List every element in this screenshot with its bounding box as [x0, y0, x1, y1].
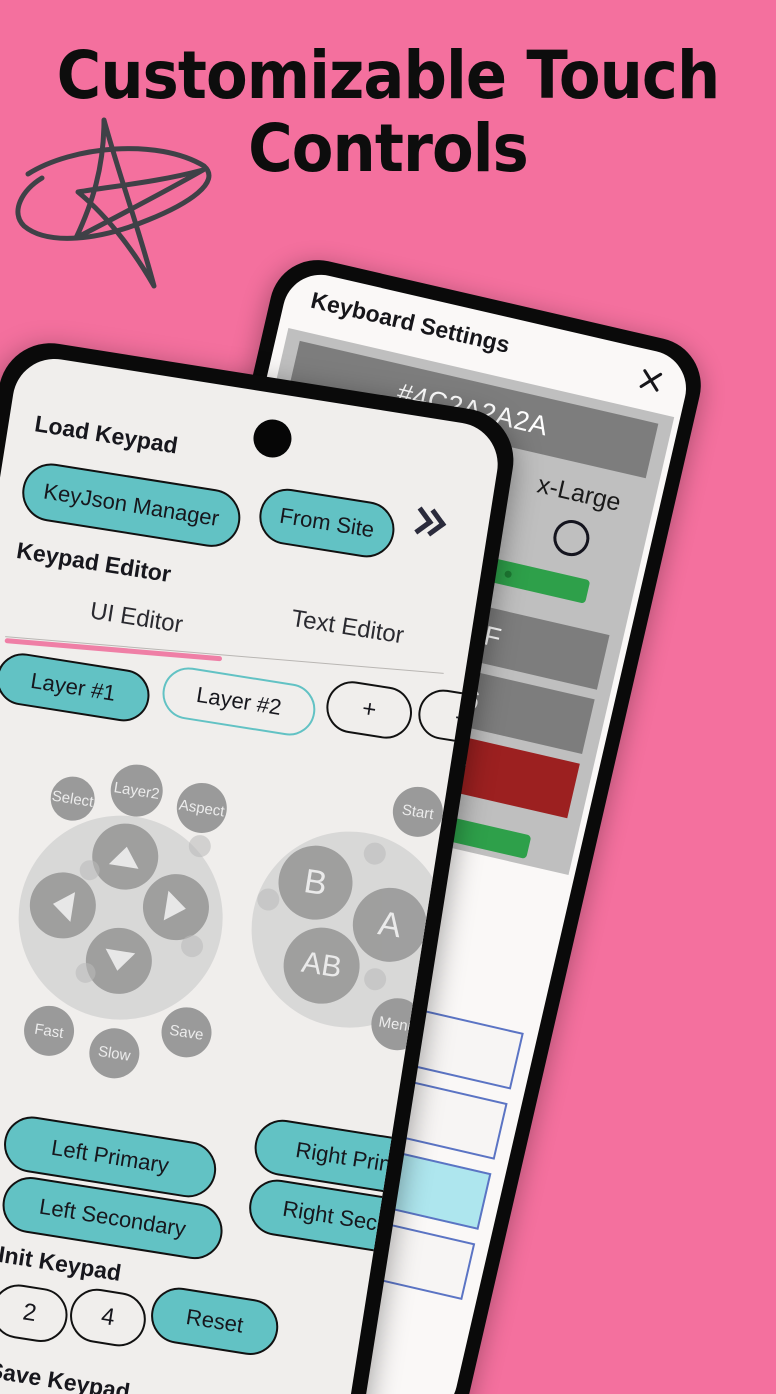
gamepad-key-start[interactable]: Start	[389, 783, 447, 841]
poster-stage: Customizable Touch Controls Keyboard Set…	[0, 0, 776, 1394]
close-icon[interactable]	[635, 364, 666, 395]
gamepad-key-slow[interactable]: Slow	[85, 1024, 143, 1082]
gamepad-key-select[interactable]: Select	[47, 773, 98, 824]
up-arrow-icon	[108, 844, 142, 869]
star-doodle-icon	[15, 117, 212, 289]
headline-line-1: Customizable Touch	[56, 37, 721, 114]
gamepad-key-fast[interactable]: Fast	[20, 1002, 78, 1060]
gamepad-key-layer2[interactable]: Layer2	[106, 760, 167, 821]
gamepad-key-save[interactable]: Save	[157, 1003, 216, 1061]
left-arrow-icon	[50, 889, 76, 922]
gamepad-key-aspect[interactable]: Aspect	[173, 779, 231, 837]
down-arrow-icon	[102, 948, 136, 974]
right-arrow-icon	[163, 890, 189, 924]
radio-xlarge[interactable]	[550, 516, 594, 560]
